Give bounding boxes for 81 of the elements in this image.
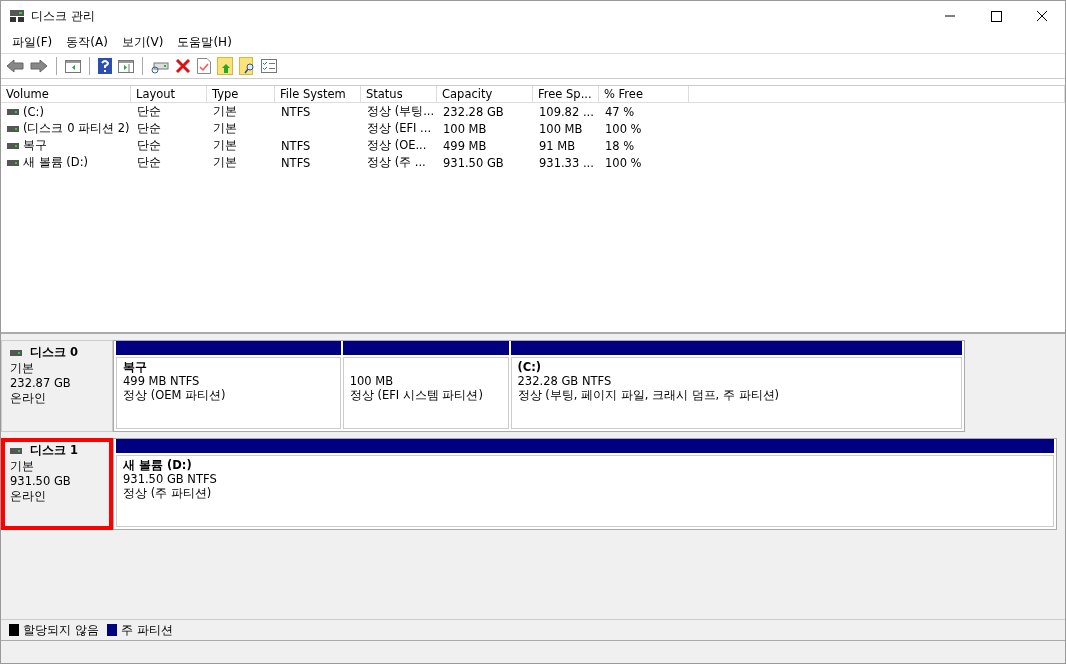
forward-arrow-icon[interactable]: [30, 58, 48, 74]
table-cell: 100 %: [605, 155, 642, 170]
menu-item[interactable]: 파일(F): [5, 33, 60, 51]
volume-name: (C:): [23, 104, 44, 119]
drive-icon: [7, 108, 19, 115]
table-cell: NTFS: [281, 138, 311, 153]
legend-label: 주 파티션: [120, 621, 173, 639]
table-cell: 100 %: [605, 121, 642, 136]
checked-page-icon[interactable]: [197, 58, 211, 74]
column-header[interactable]: Status: [361, 86, 437, 103]
drive-icon: [7, 142, 19, 149]
table-cell: NTFS: [281, 104, 311, 119]
checklist-icon[interactable]: [261, 59, 277, 73]
partition-size: 100 MB: [349, 374, 395, 388]
table-cell: 931.50 GB: [443, 155, 504, 170]
partition-status: 정상 (부팅, 페이지 파일, 크래시 덤프, 주 파티션): [517, 388, 781, 402]
menu-item[interactable]: 동작(A): [59, 33, 115, 51]
table-cell: 단순: [137, 155, 161, 170]
table-cell: 기본: [213, 104, 237, 119]
folder-search-icon[interactable]: [239, 57, 255, 75]
drive-icon: [10, 349, 22, 356]
partition-status: 정상 (EFI 시스템 파티션): [349, 388, 484, 402]
volume-name: 새 볼륨 (D:): [23, 155, 88, 170]
partition-status: 정상 (주 파티션): [123, 486, 213, 500]
table-cell: 단순: [137, 121, 161, 136]
column-header[interactable]: Layout: [131, 86, 207, 103]
table-cell: NTFS: [281, 155, 311, 170]
menu-item[interactable]: 보기(V): [114, 33, 171, 51]
back-arrow-icon[interactable]: [6, 58, 24, 74]
drive-icon: [7, 125, 19, 132]
disk-name: 디스크 1: [30, 443, 78, 458]
table-cell: 931.33 ...: [539, 155, 594, 170]
menu-item[interactable]: 도움말(H): [170, 33, 239, 51]
drive-icon: [7, 159, 19, 166]
table-cell: 499 MB: [443, 138, 487, 153]
column-header[interactable]: File System: [275, 86, 361, 103]
table-cell: 100 MB: [443, 121, 487, 136]
partition-name: (C:): [517, 360, 543, 374]
column-header[interactable]: Free Sp...: [533, 86, 599, 103]
table-cell: 단순: [137, 138, 161, 153]
table-cell: 91 MB: [539, 138, 576, 153]
column-header[interactable]: Volume: [1, 86, 131, 103]
table-cell: 기본: [213, 138, 237, 153]
table-cell: 정상 (부팅...: [367, 104, 435, 119]
disk-status: 온라인: [10, 489, 47, 504]
table-cell: 기본: [213, 155, 237, 170]
disk-type: 기본: [10, 459, 35, 474]
volume-name: 복구: [23, 138, 47, 153]
column-header[interactable]: Type: [207, 86, 275, 103]
table-cell: 18 %: [605, 138, 635, 153]
partition-name: 복구: [123, 360, 148, 374]
disk-size: 232.87 GB: [10, 376, 72, 391]
drive-icon: [10, 447, 22, 454]
table-cell: 100 MB: [539, 121, 583, 136]
delete-icon[interactable]: [175, 58, 191, 74]
panel-icon[interactable]: [118, 58, 134, 74]
partition-size: 499 MB NTFS: [123, 374, 201, 388]
disk-name: 디스크 0: [30, 345, 78, 360]
table-cell: 단순: [137, 104, 161, 119]
volume-name: (디스크 0 파티션 2): [23, 121, 130, 136]
partition-size: 931.50 GB NTFS: [123, 472, 218, 486]
legend-label: 할당되지 않음: [23, 621, 99, 639]
panel-icon[interactable]: [65, 58, 81, 74]
table-cell: 기본: [213, 121, 237, 136]
table-cell: 109.82 ...: [539, 104, 594, 119]
table-cell: 232.28 GB: [443, 104, 504, 119]
disk-drive-icon: [9, 8, 25, 24]
partition-size: 232.28 GB NTFS: [517, 374, 613, 388]
table-cell: 정상 (EFI ...: [367, 121, 432, 136]
partition-status: 정상 (OEM 파티션): [123, 388, 227, 402]
partition-name: 새 볼륨 (D:): [123, 458, 193, 472]
column-header[interactable]: Capacity: [437, 86, 533, 103]
table-cell: 47 %: [605, 104, 635, 119]
disk-size: 931.50 GB: [10, 474, 72, 489]
table-cell: 정상 (OE...: [367, 138, 427, 153]
help-icon[interactable]: [98, 58, 112, 74]
disk-status: 온라인: [10, 391, 47, 406]
table-cell: 정상 (주 ...: [367, 155, 426, 170]
column-header[interactable]: % Free: [599, 86, 689, 103]
window-title: 디스크 관리: [31, 7, 95, 25]
disk-type: 기본: [10, 361, 35, 376]
